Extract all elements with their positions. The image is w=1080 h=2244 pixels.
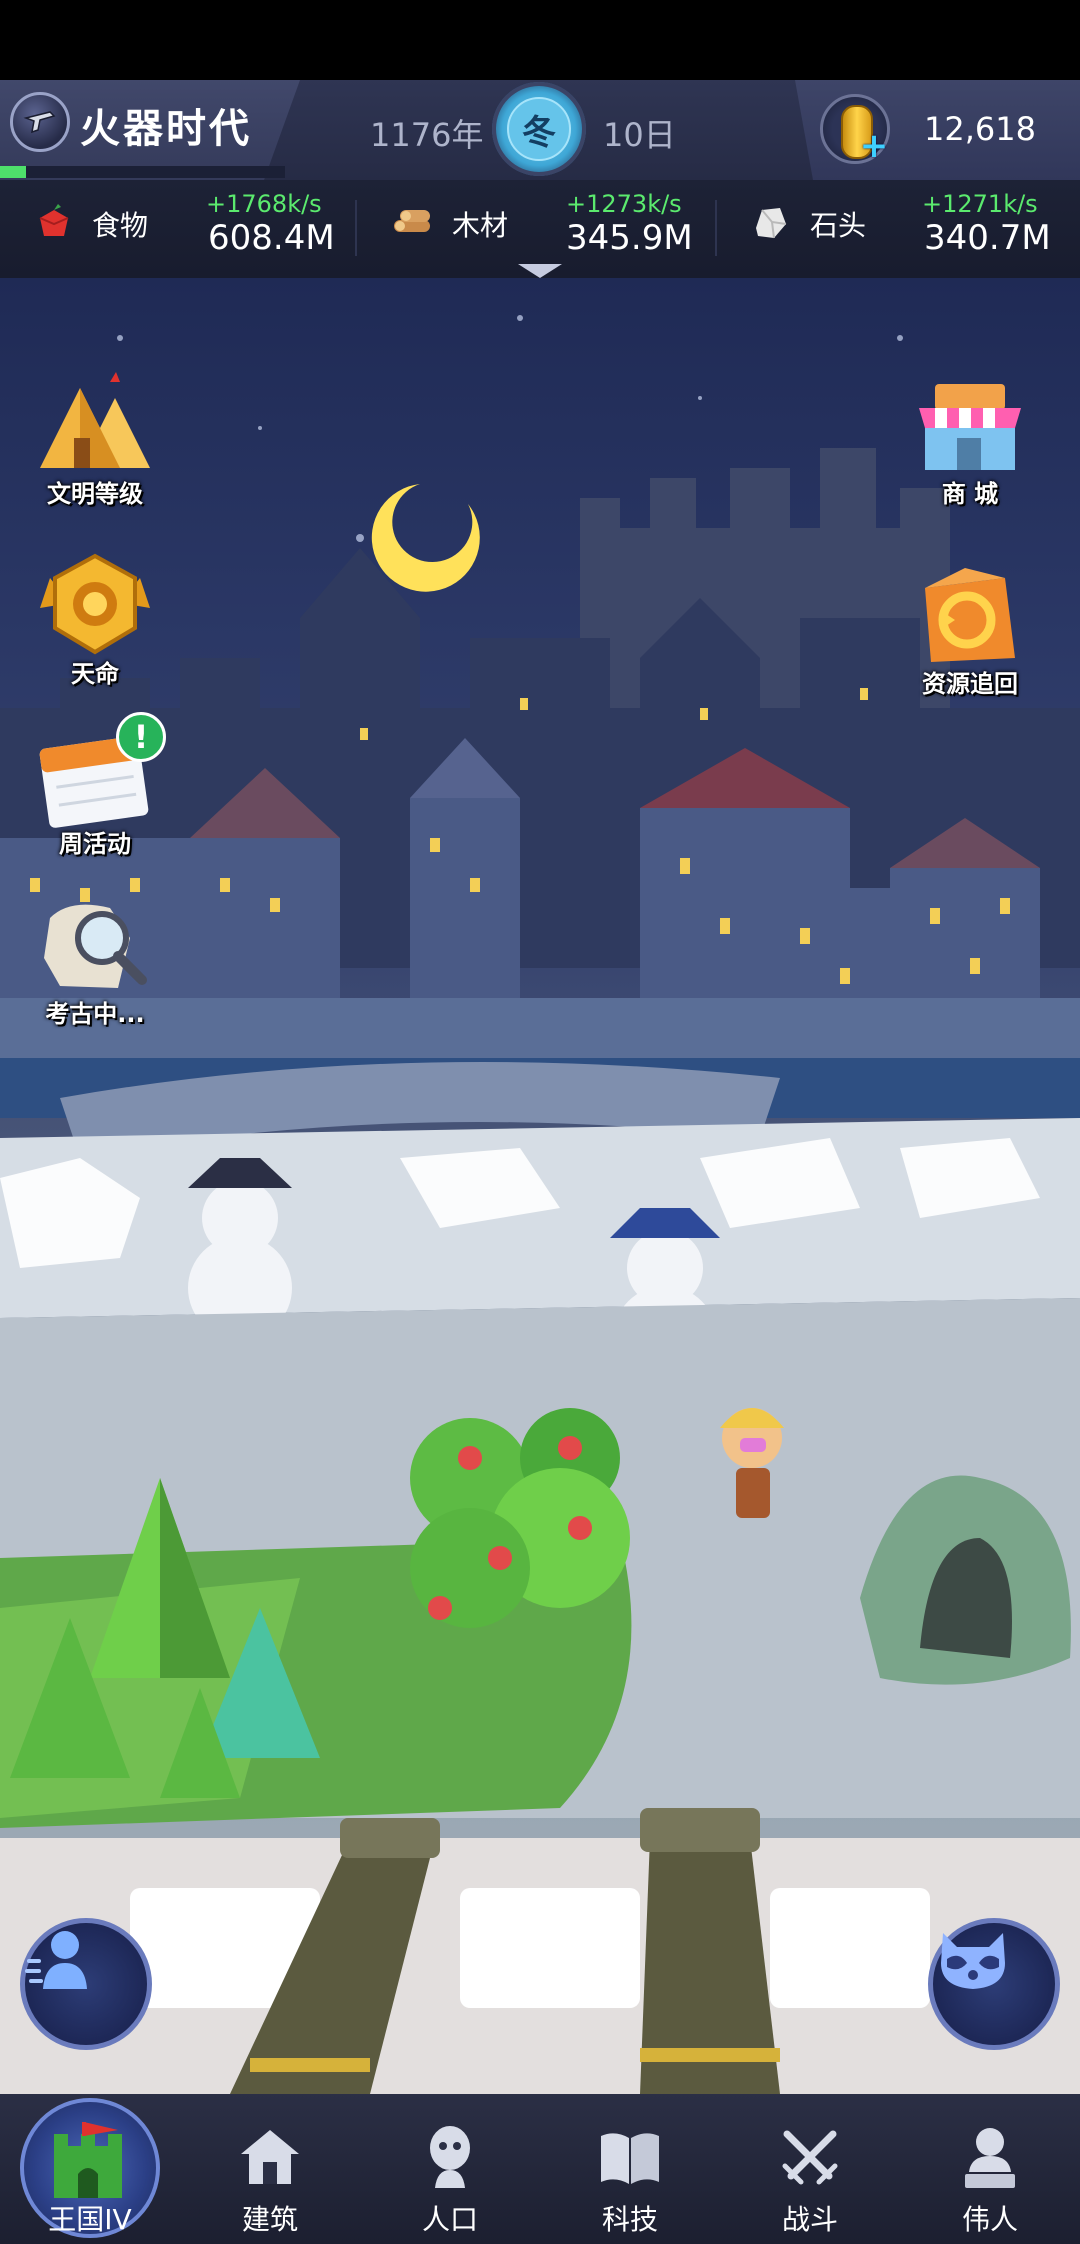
tab-buildings[interactable]: 建筑 — [180, 2094, 360, 2244]
tab-label: 科技 — [601, 2203, 658, 2236]
era-title[interactable]: 火器时代 — [80, 96, 252, 154]
bottom-nav: 王国IV 建筑 人口 科技 战斗 伟人 — [0, 2094, 1080, 2244]
raccoon-button[interactable] — [928, 1918, 1060, 2050]
resource-stone[interactable]: 石头 +1271k/s 340.7M — [720, 180, 1080, 278]
house-icon — [235, 2122, 305, 2192]
tab-label: 建筑 — [241, 2203, 298, 2236]
destiny-button[interactable]: 天命 — [20, 548, 170, 689]
era-progress-fill — [0, 166, 26, 178]
food-icon — [34, 202, 74, 242]
side-label: 商 城 — [941, 480, 999, 508]
resource-recover-icon — [905, 558, 1035, 668]
side-label: 文明等级 — [47, 480, 143, 508]
day-label: 10日 — [603, 116, 676, 154]
population-assign-button[interactable] — [20, 1918, 152, 2050]
divider — [715, 200, 717, 256]
year-label: 1176年 — [370, 116, 484, 154]
person-icon — [25, 1931, 87, 1989]
tab-label: 伟人 — [961, 2203, 1018, 2236]
archaeology-button[interactable]: 考古中... — [20, 888, 170, 1029]
tab-battle[interactable]: 战斗 — [720, 2094, 900, 2244]
alert-badge-icon: ! — [116, 712, 166, 762]
tab-label: 王国IV — [48, 2203, 132, 2236]
season-label: 冬 — [507, 97, 571, 161]
side-label: 资源追回 — [922, 670, 1018, 698]
resource-amount: 340.7M — [924, 218, 1051, 258]
destiny-badge-icon — [30, 548, 160, 658]
stone-icon — [750, 202, 790, 242]
resource-recover-button[interactable]: 资源追回 — [895, 558, 1045, 699]
divider — [355, 200, 357, 256]
resource-food[interactable]: 食物 +1768k/s 608.4M — [0, 180, 360, 278]
wall-battlements — [130, 1888, 930, 2008]
weekly-calendar-icon: ! — [30, 712, 166, 828]
resource-label: 石头 — [810, 209, 867, 242]
season-badge[interactable]: 冬 — [492, 82, 586, 176]
tab-label: 人口 — [421, 2203, 478, 2236]
tab-population[interactable]: 人口 — [360, 2094, 540, 2244]
resource-amount: 608.4M — [208, 218, 335, 258]
plus-icon: + — [859, 126, 889, 166]
pistol-icon[interactable] — [10, 92, 70, 152]
side-label: 天命 — [71, 660, 119, 688]
resource-label: 食物 — [92, 209, 149, 242]
top-header: 火器时代 1176年 冬 10日 + 12,618 — [0, 80, 1080, 180]
tab-technology[interactable]: 科技 — [540, 2094, 720, 2244]
resource-label: 木材 — [452, 209, 509, 242]
side-label: 周活动 — [59, 830, 131, 858]
tab-label: 战斗 — [781, 2203, 838, 2236]
coin-add-button[interactable]: + — [820, 94, 890, 164]
coin-count: 12,618 — [924, 110, 1036, 148]
civilization-level-button[interactable]: 文明等级 — [20, 368, 170, 509]
crossed-swords-icon — [775, 2122, 845, 2192]
side-label: 考古中... — [45, 1000, 145, 1028]
book-icon — [595, 2122, 665, 2192]
moon-icon — [371, 484, 480, 592]
shop-button[interactable]: 商 城 — [895, 368, 1045, 509]
resource-amount: 345.9M — [566, 218, 693, 258]
castle-icon — [48, 2122, 128, 2198]
population-icon — [415, 2122, 485, 2192]
bust-icon — [955, 2122, 1025, 2192]
shop-icon — [905, 368, 1035, 478]
resource-rate: +1273k/s — [566, 190, 682, 218]
wood-icon — [390, 202, 430, 242]
resource-rate: +1768k/s — [206, 190, 322, 218]
era-progress-bar — [0, 166, 285, 178]
tab-kingdom[interactable]: 王国IV — [0, 2094, 180, 2244]
archaeology-magnifier-icon — [30, 888, 160, 998]
civilization-pyramid-icon — [30, 368, 160, 478]
expand-caret-icon[interactable] — [518, 264, 562, 278]
weekly-event-button[interactable]: ! 周活动 — [20, 712, 170, 859]
status-bar — [0, 0, 1080, 80]
resource-rate: +1271k/s — [922, 190, 1038, 218]
tab-great-people[interactable]: 伟人 — [900, 2094, 1080, 2244]
kingdom-scene[interactable]: 文明等级 天命 ! 周活动 考古中... 商 城 资源追回 — [0, 278, 1080, 2094]
raccoon-icon — [941, 1933, 1005, 1989]
